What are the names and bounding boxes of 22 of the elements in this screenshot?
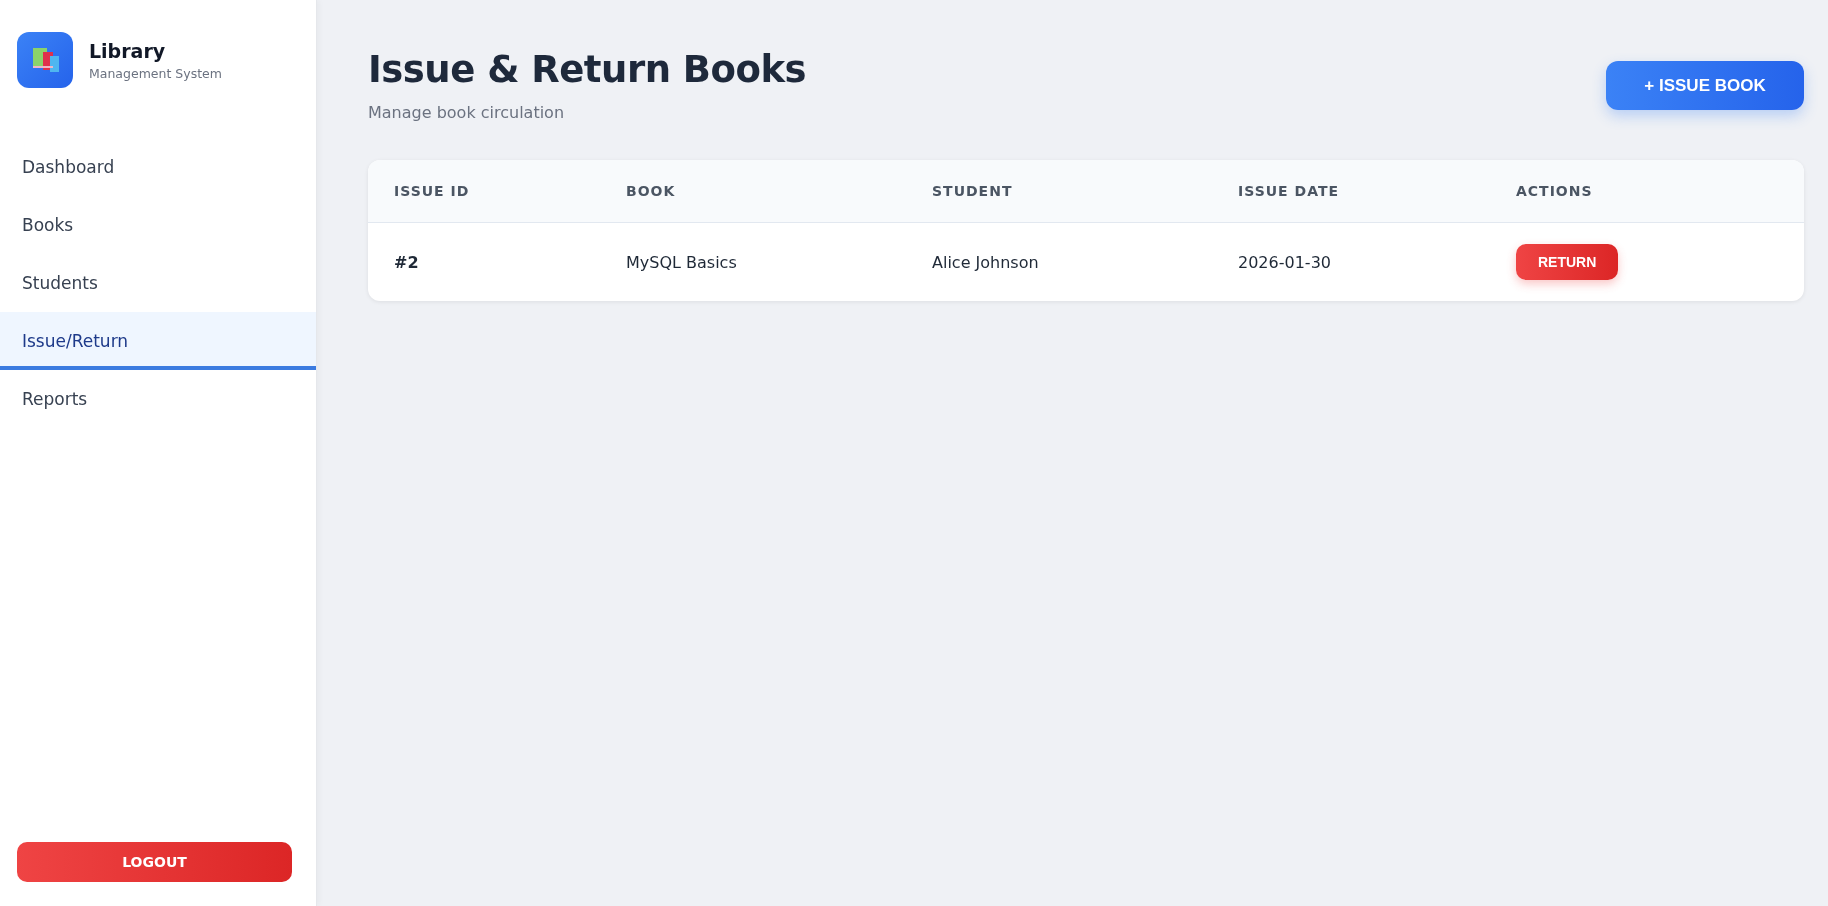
column-header: ISSUE DATE — [1238, 183, 1341, 199]
table-cell-text: Alice Johnson — [932, 252, 1040, 272]
table-cell-text: #2 — [394, 252, 420, 272]
column-header: ACTIONS — [1516, 183, 1594, 199]
books-icon — [17, 32, 73, 88]
issue-book-button[interactable]: + ISSUE BOOK — [1606, 61, 1804, 110]
logout-button[interactable]: LOGOUT — [17, 842, 292, 882]
page-title: Issue & Return Books — [368, 48, 807, 91]
table-cell-text: 2026-01-30 — [1238, 252, 1332, 272]
column-header: ISSUE ID — [394, 183, 471, 199]
table-cell-text: MySQL Basics — [626, 252, 738, 272]
nav-item[interactable]: Reports — [0, 370, 316, 428]
app-subtitle: Management System — [89, 65, 222, 81]
page-subtitle: Manage book circulation — [368, 103, 566, 122]
nav-item[interactable]: Students — [0, 254, 316, 312]
app-title: Library — [89, 39, 167, 62]
nav-item[interactable]: Books — [0, 196, 316, 254]
nav-item[interactable]: Dashboard — [0, 138, 316, 196]
return-button[interactable]: RETURN — [1516, 244, 1619, 280]
column-header: BOOK — [626, 183, 677, 199]
column-header: STUDENT — [932, 183, 1014, 199]
nav-item[interactable]: Issue/Return — [0, 312, 316, 370]
